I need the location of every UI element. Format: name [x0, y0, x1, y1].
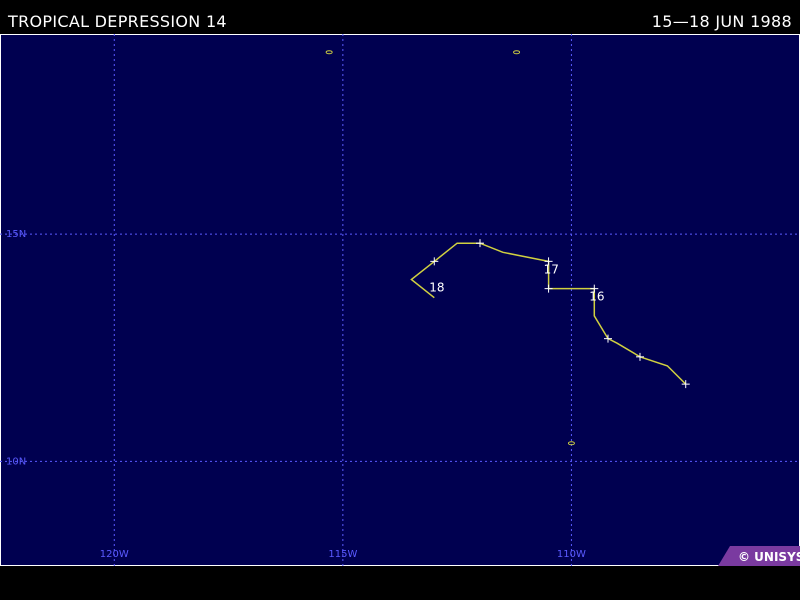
ocean-background — [0, 34, 800, 566]
lon-label: 115W — [328, 549, 357, 560]
map-title: TROPICAL DEPRESSION 14 — [8, 12, 227, 31]
lat-label: 10N — [6, 456, 26, 467]
storm-track-map: 15N 10N 120W 115W 110W 16 17 18 © UNISYS — [0, 34, 800, 566]
day-label: 17 — [544, 262, 559, 276]
lon-label: 120W — [100, 549, 129, 560]
day-label: 16 — [589, 290, 604, 304]
date-range: 15—18 JUN 1988 — [651, 12, 792, 31]
copyright-text: © UNISYS — [738, 550, 800, 564]
footer-bar — [0, 566, 800, 600]
copyright-badge: © UNISYS — [718, 546, 800, 566]
lon-label: 110W — [557, 549, 586, 560]
header-bar: TROPICAL DEPRESSION 14 15—18 JUN 1988 — [0, 0, 800, 34]
lat-label: 15N — [6, 229, 26, 240]
day-label: 18 — [429, 281, 444, 295]
